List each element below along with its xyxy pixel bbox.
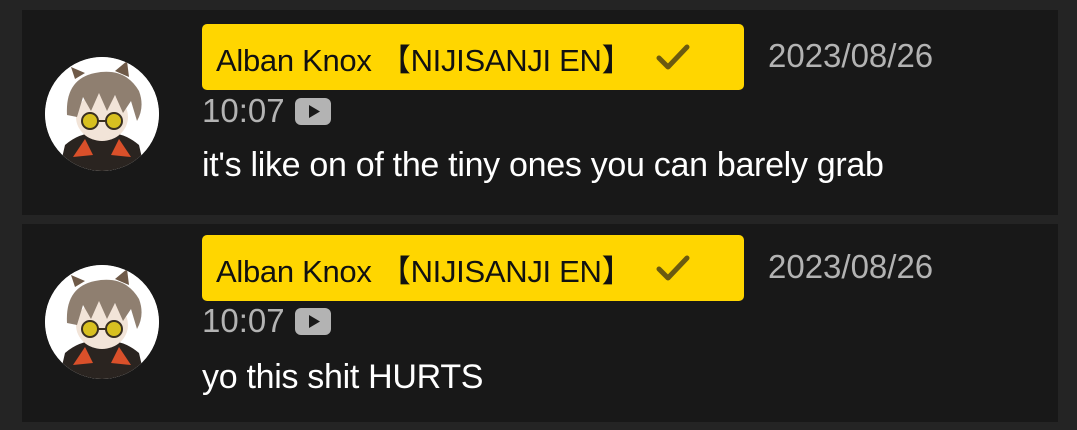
avatar-icon [45, 265, 159, 379]
author-badge[interactable]: Alban Knox 【NIJISANJI EN】 [202, 235, 744, 301]
youtube-icon[interactable] [294, 97, 331, 125]
message-time: 10:07 [202, 92, 285, 129]
message-date: 2023/08/26 [768, 37, 934, 74]
chat-message: Alban Knox 【NIJISANJI EN】 2023/08/26 10:… [22, 10, 1058, 215]
author-badge[interactable]: Alban Knox 【NIJISANJI EN】 [202, 24, 744, 90]
youtube-icon[interactable] [294, 307, 331, 335]
checkmark-icon [656, 43, 690, 71]
timestamp-row: 10:07 [202, 302, 331, 340]
chat-feed: Alban Knox 【NIJISANJI EN】 2023/08/26 10:… [0, 0, 1077, 430]
timestamp-row: 10:07 [202, 92, 331, 130]
avatar[interactable] [45, 265, 159, 379]
message-text: it's like on of the tiny ones you can ba… [202, 146, 884, 184]
message-time: 10:07 [202, 302, 285, 339]
chat-message: Alban Knox 【NIJISANJI EN】 2023/08/26 10:… [22, 224, 1058, 422]
message-date: 2023/08/26 [768, 248, 934, 285]
message-text: yo this shit HURTS [202, 358, 484, 396]
avatar-icon [45, 57, 159, 171]
author-name: Alban Knox 【NIJISANJI EN】 [216, 253, 633, 289]
avatar[interactable] [45, 57, 159, 171]
author-name: Alban Knox 【NIJISANJI EN】 [216, 42, 633, 78]
checkmark-icon [656, 254, 690, 282]
